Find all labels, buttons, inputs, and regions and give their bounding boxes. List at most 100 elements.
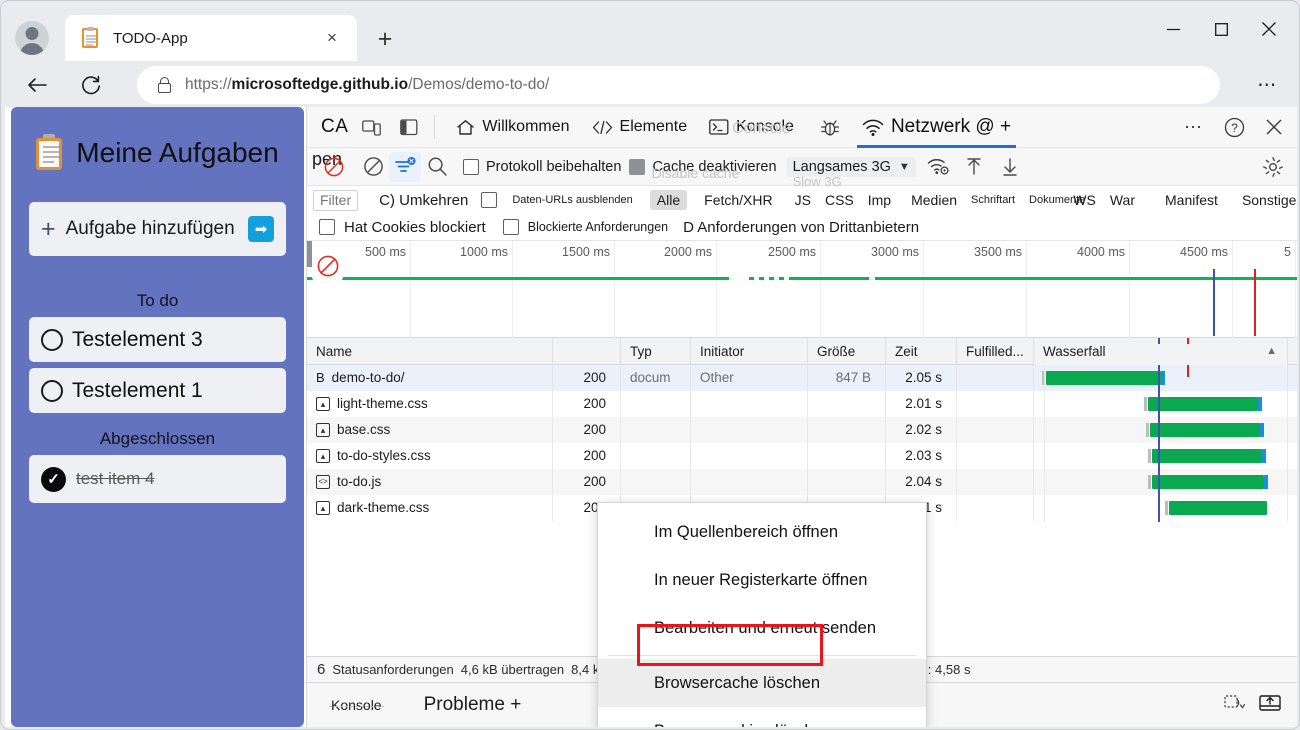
tab-willkommen[interactable]: Willkommen: [445, 107, 580, 148]
throttle-dropdown[interactable]: Langsames 3G Slow 3G ▼: [786, 156, 916, 189]
filter-type-imp[interactable]: Imp: [861, 190, 898, 210]
unchecked-circle-icon[interactable]: [41, 328, 63, 351]
filter-type-js[interactable]: JS: [788, 190, 818, 210]
export-har-icon[interactable]: [994, 152, 1026, 182]
clear-icon[interactable]: [357, 152, 389, 182]
table-row[interactable]: Bdemo-to-do/ 200 docum Other 847 B 2.05 …: [307, 365, 1297, 391]
back-button[interactable]: [19, 67, 55, 103]
filter-type-fetchxhr[interactable]: Fetch/XHR: [697, 190, 779, 210]
context-menu-item-edit-and-resend[interactable]: Bearbeiten und erneut senden: [598, 604, 926, 652]
drawer-tab-konsole[interactable]: Konsole: [321, 697, 392, 713]
cell-size: 847 B: [808, 365, 886, 391]
filter-type-wasm[interactable]: War: [1103, 190, 1142, 210]
tab-netzwerk[interactable]: Netzwerk @ +: [851, 107, 1022, 148]
load-event-line: [1187, 365, 1189, 377]
export-icon[interactable]: [1258, 693, 1282, 718]
cell-fulfilled: [957, 495, 1034, 521]
filter-type-schriftart[interactable]: Schriftart: [964, 192, 1022, 208]
list-item[interactable]: Testelement 1: [29, 368, 286, 413]
inspect-label[interactable]: CA: [321, 116, 348, 138]
close-window-button[interactable]: [1245, 11, 1293, 47]
import-har-icon[interactable]: [958, 152, 990, 182]
tab-label: Elemente: [619, 118, 688, 135]
svg-text:?: ?: [1231, 121, 1238, 135]
cell-name: ▴ base.css: [307, 417, 553, 443]
clear-icon-overlay[interactable]: [312, 250, 343, 281]
browser-tab[interactable]: TODO-App ×: [65, 15, 357, 61]
filter-type-manifest[interactable]: Manifest: [1158, 190, 1225, 210]
table-row[interactable]: ▴ base.css 200 2.02 s: [307, 417, 1297, 443]
filter-input[interactable]: Filter: [313, 189, 359, 211]
console-icon: [709, 119, 729, 135]
lock-icon: [155, 76, 173, 94]
column-header-type[interactable]: Typ: [621, 337, 691, 365]
cell-initiator: [691, 391, 808, 417]
record-button[interactable]: pen: [312, 149, 357, 182]
filter-icon[interactable]: [389, 151, 421, 182]
browser-settings-button[interactable]: ⋯: [1251, 69, 1285, 101]
bug-icon[interactable]: [815, 112, 845, 142]
filter-type-ws[interactable]: WS: [1066, 190, 1103, 210]
column-header-fulfilled[interactable]: Fulfilled...: [957, 337, 1034, 365]
add-task-button[interactable]: + Aufgabe hinzufügen ➡: [29, 202, 286, 256]
close-icon[interactable]: ×: [319, 25, 345, 51]
blocked-requests-checkbox[interactable]: [502, 219, 519, 235]
overview-tick: 4000 ms: [1077, 241, 1130, 338]
column-header-initiator[interactable]: Initiator: [691, 337, 808, 365]
list-item[interactable]: ✓ test item 4: [29, 455, 286, 503]
disable-cache-ghost: Disable cache: [651, 164, 740, 181]
disable-cache-checkbox[interactable]: [629, 158, 646, 175]
context-menu[interactable]: Im Quellenbereich öffnen In neuer Regist…: [597, 502, 927, 727]
checked-circle-icon[interactable]: ✓: [41, 466, 66, 492]
column-header-waterfall[interactable]: Wasserfall ▲: [1034, 337, 1288, 365]
column-header-status[interactable]: [553, 337, 621, 365]
new-tab-button[interactable]: +: [369, 23, 401, 55]
invert-checkbox[interactable]: [481, 192, 498, 208]
reload-button[interactable]: [73, 67, 109, 103]
close-devtools-icon[interactable]: [1259, 112, 1289, 142]
tab-elemente[interactable]: Elemente: [581, 107, 699, 148]
dock-side-icon[interactable]: [394, 112, 424, 142]
filter-type-medien[interactable]: Medien: [904, 190, 964, 210]
column-header-size[interactable]: Größe: [808, 337, 886, 365]
add-task-label: Aufgabe hinzufügen: [65, 218, 235, 239]
device-toolbar-icon[interactable]: [356, 112, 386, 142]
table-row[interactable]: <> to-do.js 200 2.04 s: [307, 469, 1297, 495]
table-row[interactable]: ▴ to-do-styles.css 200 2.03 s: [307, 443, 1297, 469]
column-header-time[interactable]: Zeit: [886, 337, 957, 365]
invert-label[interactable]: C) Umkehren: [372, 190, 475, 211]
help-icon[interactable]: ?: [1219, 112, 1249, 142]
filter-type-alle[interactable]: Alle: [649, 190, 688, 210]
has-blocked-cookies-checkbox[interactable]: [319, 219, 335, 235]
filter-type-sonstiges[interactable]: Sonstiges: [1235, 190, 1297, 210]
more-options-icon[interactable]: ⋯: [1179, 112, 1209, 142]
sort-arrow-icon[interactable]: ▲: [1266, 338, 1277, 365]
drawer-tab-probleme[interactable]: Probleme +: [414, 694, 532, 716]
unchecked-circle-icon[interactable]: [41, 379, 63, 402]
context-menu-item-clear-browser-cache[interactable]: Browsercache löschen: [598, 659, 926, 707]
settings-icon[interactable]: [1257, 152, 1289, 182]
context-menu-item-open-in-new-tab[interactable]: In neuer Registerkarte öffnen: [598, 556, 926, 604]
snapshot-icon[interactable]: [1224, 693, 1246, 718]
submit-arrow-icon[interactable]: ➡: [248, 216, 274, 242]
table-row[interactable]: ▴ light-theme.css 200 2.01 s: [307, 391, 1297, 417]
url-bar[interactable]: https://microsoftedge.github.io/Demos/de…: [137, 66, 1220, 104]
network-overview[interactable]: 500 ms 1000 ms 1500 ms 2000 ms 2500 ms 3…: [307, 241, 1297, 338]
tab-konsole[interactable]: Konsole Console: [698, 107, 805, 148]
js-file-icon: <>: [316, 475, 330, 489]
list-item[interactable]: Testelement 3: [29, 317, 286, 362]
preserve-log-checkbox[interactable]: [463, 158, 479, 175]
maximize-button[interactable]: [1197, 11, 1245, 47]
minimize-button[interactable]: [1149, 11, 1197, 47]
search-icon[interactable]: [421, 152, 453, 182]
cell-time: 2.02 s: [886, 417, 957, 443]
hide-data-urls-label[interactable]: Daten-URLs ausblenden: [505, 192, 639, 208]
profile-avatar[interactable]: [15, 21, 49, 55]
filter-type-css[interactable]: CSS: [818, 190, 861, 210]
context-menu-item-clear-browser-cookies[interactable]: Browsercookies löschen: [598, 707, 926, 728]
network-conditions-icon[interactable]: [922, 152, 954, 182]
column-header-name[interactable]: Name: [307, 337, 553, 365]
third-party-label: D Anforderungen von Drittanbietern: [683, 218, 920, 236]
preserve-log-label: Protokoll beibehalten: [486, 158, 622, 175]
context-menu-item-open-in-sources[interactable]: Im Quellenbereich öffnen: [598, 508, 926, 556]
